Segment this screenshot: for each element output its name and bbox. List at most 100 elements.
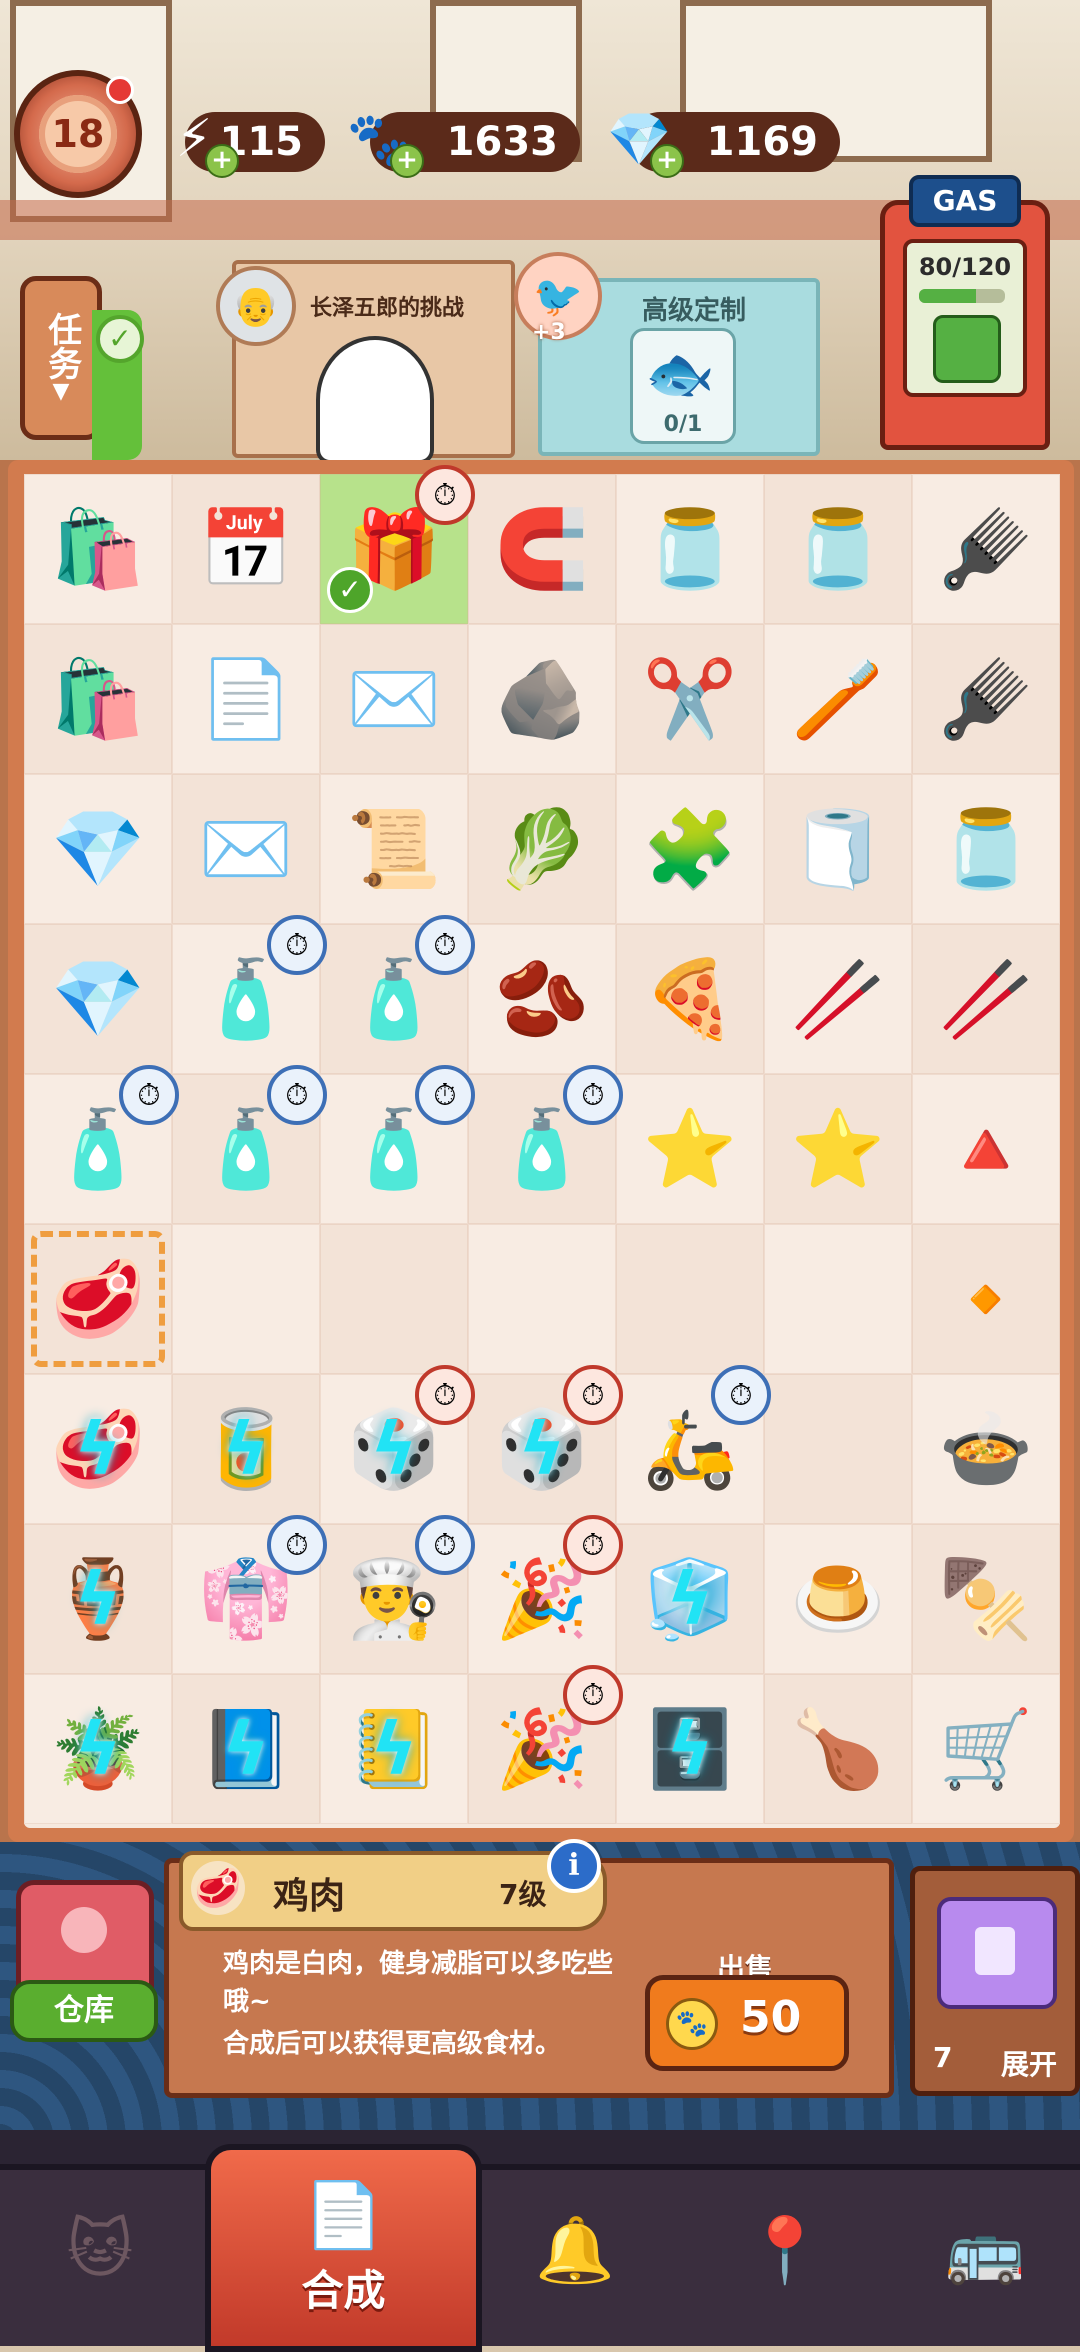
- board-cell[interactable]: 🧊 ϟ: [616, 1524, 764, 1674]
- custom-order-card[interactable]: 🐦 +3 高级定制 🐟 0/1: [514, 252, 820, 456]
- energy-counter[interactable]: ⚡ + 115: [176, 109, 325, 178]
- board-cell[interactable]: 🧲: [468, 474, 616, 624]
- tab-restaurant[interactable]: 🔔: [515, 2190, 635, 2310]
- board-cell[interactable]: 🫘: [468, 924, 616, 1074]
- add-gems-button[interactable]: +: [650, 144, 684, 178]
- board-cell[interactable]: 🪨: [468, 624, 616, 774]
- tab-shop[interactable]: 🐱: [40, 2190, 160, 2310]
- warehouse-button[interactable]: 仓库: [10, 1880, 158, 2042]
- board-cell[interactable]: 🥢: [764, 924, 912, 1074]
- chicken-meat-icon: 🥩: [50, 1254, 146, 1343]
- board-cell[interactable]: [468, 1224, 616, 1374]
- board-cell[interactable]: 📅: [172, 474, 320, 624]
- task-button-label: 任务: [41, 311, 82, 380]
- skewers-icon: 🍢: [938, 1554, 1034, 1643]
- player-level-badge[interactable]: 18: [14, 70, 142, 198]
- board-cell[interactable]: 👨‍🍳 ⏱: [320, 1515, 475, 1674]
- paw-coin-counter[interactable]: 🐾 + 1633: [347, 110, 580, 178]
- board-cell[interactable]: ⭐: [616, 1074, 764, 1224]
- expand-storage-button[interactable]: 7 展开: [910, 1866, 1080, 2096]
- board-cell[interactable]: 📒 ϟ: [320, 1674, 468, 1824]
- board-cell[interactable]: ✂️: [616, 624, 764, 774]
- board-cell[interactable]: 📜: [320, 774, 468, 924]
- board-cell[interactable]: 🥩 ϟ: [24, 1374, 172, 1524]
- info-button[interactable]: i: [547, 1839, 601, 1893]
- board-cell[interactable]: 🧴 ⏱: [468, 1065, 623, 1224]
- board-cell[interactable]: 🧩: [616, 774, 764, 924]
- board-cell[interactable]: 🍮: [764, 1524, 912, 1674]
- board-cell[interactable]: 🗄️ ϟ: [616, 1674, 764, 1824]
- lightning-lock-icon: ϟ: [370, 1707, 418, 1791]
- add-coins-button[interactable]: +: [390, 144, 424, 178]
- tab-map[interactable]: 📍: [725, 2190, 845, 2310]
- board-cell[interactable]: [764, 1224, 912, 1374]
- challenge-card[interactable]: 👴 长泽五郎的挑战: [216, 260, 515, 464]
- board-grid: 🛍️ 📅 🎁 ⏱ ✓ 🧲 🫙 🫙 🪮 🛍️ 📄 ✉️ 🪨 ✂️ 🪥 🪮 💎 ✉️ 📜 🥬 🧩 🧻 🫙 💎 🧴 ⏱ 🧴 ⏱ 🫘 🍕 🥢 🥢 🧴 ⏱ 🧴…: [24, 465, 1060, 1828]
- board-cell[interactable]: [172, 1224, 320, 1374]
- board-cell[interactable]: 🧴 ⏱: [172, 1065, 327, 1224]
- board-cell[interactable]: 🎉 ⏱: [468, 1515, 623, 1674]
- board-cell[interactable]: 🧴 ⏱: [172, 915, 327, 1074]
- gas-pump[interactable]: GAS 80/120: [880, 175, 1050, 450]
- board-cell[interactable]: 🎲 ⏱ ϟ: [468, 1365, 623, 1524]
- board-cell[interactable]: 🪴 ϟ: [24, 1674, 172, 1824]
- task-button[interactable]: 任务 ▼: [20, 276, 102, 440]
- board-cell[interactable]: 🏺 ϟ: [24, 1524, 172, 1674]
- board-cell[interactable]: 💎: [24, 774, 172, 924]
- gem-counter[interactable]: 💎 + 1169: [607, 110, 840, 178]
- board-cell[interactable]: 🍲: [912, 1374, 1060, 1524]
- board-cell[interactable]: [320, 1224, 468, 1374]
- board-cell[interactable]: 🛵 ⏱: [616, 1365, 771, 1524]
- board-cell[interactable]: 🎁 ⏱ ✓: [320, 465, 475, 624]
- board-cell[interactable]: 🥫 ϟ: [172, 1374, 320, 1524]
- board-cell[interactable]: 📄: [172, 624, 320, 774]
- board-cell[interactable]: ✉️: [172, 774, 320, 924]
- tab-travel[interactable]: 🚌: [925, 2190, 1045, 2310]
- board-cell[interactable]: [616, 1224, 764, 1374]
- add-energy-button[interactable]: +: [205, 144, 239, 178]
- board-cell[interactable]: 🛍️: [24, 474, 172, 624]
- ink-bottle-icon: 🧴: [346, 954, 442, 1043]
- avatar: 👴: [216, 266, 296, 346]
- stopwatch-icon: ⏱: [563, 1365, 623, 1425]
- player-level: 18: [39, 95, 117, 173]
- board-cell[interactable]: 👘 ⏱: [172, 1515, 327, 1674]
- board-cell[interactable]: 🎲 ⏱ ϟ: [320, 1365, 475, 1524]
- board-cell[interactable]: 🍢: [912, 1524, 1060, 1674]
- board-cell[interactable]: 🔸: [912, 1224, 1060, 1374]
- board-cell[interactable]: [764, 1374, 912, 1524]
- item-icon: 🥩: [191, 1861, 245, 1915]
- board-cell[interactable]: 🧻: [764, 774, 912, 924]
- board-cell[interactable]: 🪮: [912, 474, 1060, 624]
- board-cell[interactable]: ⭐: [764, 1074, 912, 1224]
- board-cell[interactable]: 🫙: [616, 474, 764, 624]
- lightning-lock-icon: ϟ: [518, 1407, 566, 1491]
- stopwatch-icon: ⏱: [563, 1065, 623, 1125]
- board-cell[interactable]: 💎: [24, 924, 172, 1074]
- board-cell[interactable]: 🛒: [912, 1674, 1060, 1824]
- board-cell[interactable]: 🥩: [24, 1224, 172, 1374]
- tab-merge[interactable]: 📄 合成: [205, 2144, 482, 2352]
- board-cell[interactable]: 📘 ϟ: [172, 1674, 320, 1824]
- board-cell[interactable]: 🫙: [764, 474, 912, 624]
- board-cell[interactable]: 🎉 ⏱: [468, 1665, 623, 1824]
- board-cell[interactable]: 🧴 ⏱: [24, 1065, 179, 1224]
- board-cell[interactable]: 🧴 ⏱: [320, 915, 475, 1074]
- board-cell[interactable]: ✉️: [320, 624, 468, 774]
- board-cell[interactable]: 🪮: [912, 624, 1060, 774]
- sell-button[interactable]: 🐾 50: [645, 1975, 849, 2071]
- board-cell[interactable]: 🥬: [468, 774, 616, 924]
- merge-icon: 📄: [303, 2179, 384, 2253]
- board-cell[interactable]: 🍗: [764, 1674, 912, 1824]
- board-cell[interactable]: 🧴 ⏱: [320, 1065, 475, 1224]
- board-cell[interactable]: 🫙: [912, 774, 1060, 924]
- board-cell[interactable]: 🍕: [616, 924, 764, 1074]
- item-level: 7级: [499, 1878, 547, 1911]
- board-cell[interactable]: 🪥: [764, 624, 912, 774]
- board-cell[interactable]: 🔺: [912, 1074, 1060, 1224]
- board-cell[interactable]: 🛍️: [24, 624, 172, 774]
- board-cell[interactable]: 🥢: [912, 924, 1060, 1074]
- delivery-scooter-icon: 🛵: [642, 1404, 738, 1493]
- cat-bag-icon: 🐱: [66, 2213, 134, 2287]
- envelope-icon: ✉️: [198, 804, 294, 893]
